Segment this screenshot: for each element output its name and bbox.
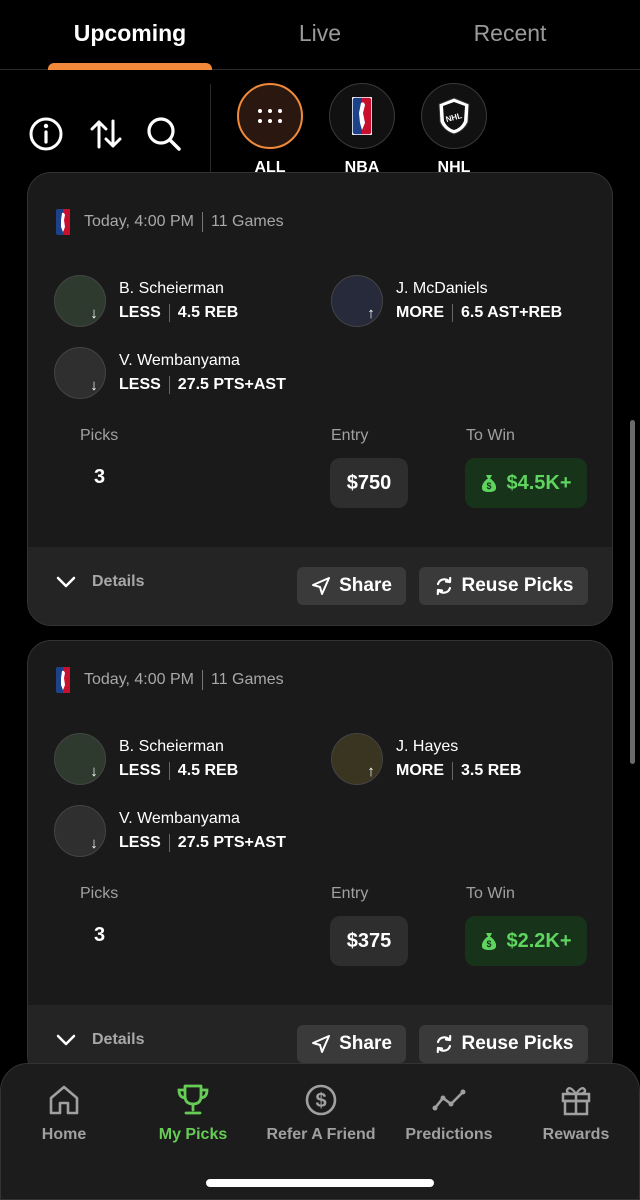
tab-upcoming[interactable]: Upcoming (60, 20, 200, 47)
dollar-circle-icon: $ (305, 1084, 337, 1116)
tab-live[interactable]: Live (250, 20, 390, 47)
pick-line: LESS 27.5 PTS+AST (119, 834, 286, 852)
nav-my-picks[interactable]: My Picks (143, 1082, 243, 1144)
details-toggle[interactable]: Details (56, 1031, 144, 1049)
details-toggle[interactable]: Details (56, 573, 144, 591)
player-name: B. Scheierman (119, 280, 224, 297)
reuse-picks-button[interactable]: Reuse Picks (419, 1025, 588, 1063)
card-time: Today, 4:00 PM (84, 671, 194, 688)
player-name: V. Wembanyama (119, 810, 240, 827)
share-button[interactable]: Share (297, 567, 406, 605)
card-header: Today, 4:00 PM 11 Games (56, 209, 284, 235)
share-button[interactable]: Share (297, 1025, 406, 1063)
player-name: V. Wembanyama (119, 352, 240, 369)
card-games: 11 Games (210, 213, 284, 230)
entry-amount: $750 (330, 458, 408, 508)
picks-label: Picks (80, 885, 119, 902)
svg-text:$: $ (487, 939, 492, 949)
home-indicator (206, 1179, 434, 1187)
money-bag-icon: $ (482, 475, 497, 492)
reuse-picks-button[interactable]: Reuse Picks (419, 567, 588, 605)
pick-row: ↓ B. Scheierman LESS 4.5 REB (54, 733, 314, 787)
filter-divider (210, 84, 211, 182)
svg-text:$: $ (315, 1090, 326, 1112)
to-win-amount: $ $4.5K+ (465, 458, 587, 508)
sort-icon[interactable] (86, 114, 126, 154)
card-games: 11 Games (210, 671, 284, 688)
tab-recent[interactable]: Recent (440, 20, 580, 47)
refresh-icon (436, 576, 451, 596)
entry-card: Today, 4:00 PM 11 Games ↓ B. Scheierman … (27, 640, 613, 1080)
trend-line-icon (432, 1089, 466, 1111)
picks-count: 3 (94, 466, 106, 488)
pick-row: ↑ J. Hayes MORE 3.5 REB (331, 733, 601, 787)
gift-icon (561, 1087, 591, 1116)
entry-label: Entry (331, 885, 369, 902)
send-icon (312, 577, 331, 595)
entry-amount: $375 (330, 916, 408, 966)
card-header: Today, 4:00 PM 11 Games (56, 667, 284, 693)
to-win-label: To Win (466, 885, 515, 902)
pick-row: ↑ J. McDaniels MORE 6.5 AST+REB (331, 275, 601, 329)
picks-count: 3 (94, 924, 106, 946)
pick-row: ↓ B. Scheierman LESS 4.5 REB (54, 275, 314, 329)
nba-logo-icon (56, 667, 70, 693)
nba-logo-icon (329, 83, 395, 149)
pick-line: LESS 27.5 PTS+AST (119, 376, 286, 394)
league-filter-nhl[interactable]: NHL NHL (421, 83, 487, 177)
to-win-amount: $ $2.2K+ (465, 916, 587, 966)
info-icon[interactable] (26, 114, 66, 154)
pick-line: LESS 4.5 REB (119, 304, 239, 322)
pick-row: ↓ V. Wembanyama LESS 27.5 PTS+AST (54, 805, 334, 859)
search-icon[interactable] (144, 114, 184, 154)
player-name: J. Hayes (396, 738, 459, 755)
pick-line: LESS 4.5 REB (119, 762, 239, 780)
entry-label: Entry (331, 427, 369, 444)
down-arrow-icon: ↓ (90, 305, 98, 322)
card-footer: Details Share Reuse Picks (28, 547, 612, 625)
trophy-icon (177, 1084, 209, 1115)
money-bag-icon: $ (482, 933, 497, 950)
league-filter-all[interactable]: ALL (237, 83, 303, 177)
down-arrow-icon: ↓ (90, 835, 98, 852)
chevron-down-icon (56, 1034, 76, 1046)
scrollbar[interactable] (630, 420, 635, 764)
chevron-down-icon (56, 576, 76, 588)
active-tab-indicator (48, 63, 212, 70)
up-arrow-icon: ↑ (367, 763, 375, 780)
nav-refer-a-friend[interactable]: $ Refer A Friend (260, 1082, 382, 1144)
grid-dots-icon (237, 83, 303, 149)
refresh-icon (436, 1034, 451, 1054)
pick-line: MORE 6.5 AST+REB (396, 304, 563, 322)
nhl-logo-icon: NHL (421, 83, 487, 149)
down-arrow-icon: ↓ (90, 377, 98, 394)
svg-text:$: $ (487, 481, 492, 491)
nav-rewards[interactable]: Rewards (531, 1082, 621, 1144)
player-name: J. McDaniels (396, 280, 488, 297)
pick-row: ↓ V. Wembanyama LESS 27.5 PTS+AST (54, 347, 334, 401)
home-icon (49, 1085, 79, 1115)
nba-logo-icon (56, 209, 70, 235)
nav-home[interactable]: Home (15, 1082, 113, 1144)
up-arrow-icon: ↑ (367, 305, 375, 322)
down-arrow-icon: ↓ (90, 763, 98, 780)
league-filter-nba[interactable]: NBA (329, 83, 395, 177)
player-name: B. Scheierman (119, 738, 224, 755)
to-win-label: To Win (466, 427, 515, 444)
top-tabs: Upcoming Live Recent (0, 0, 640, 70)
nav-predictions[interactable]: Predictions (399, 1082, 499, 1144)
picks-label: Picks (80, 427, 119, 444)
entry-card: Today, 4:00 PM 11 Games ↓ B. Scheierman … (27, 172, 613, 626)
send-icon (312, 1035, 331, 1053)
card-time: Today, 4:00 PM (84, 213, 194, 230)
pick-line: MORE 3.5 REB (396, 762, 522, 780)
